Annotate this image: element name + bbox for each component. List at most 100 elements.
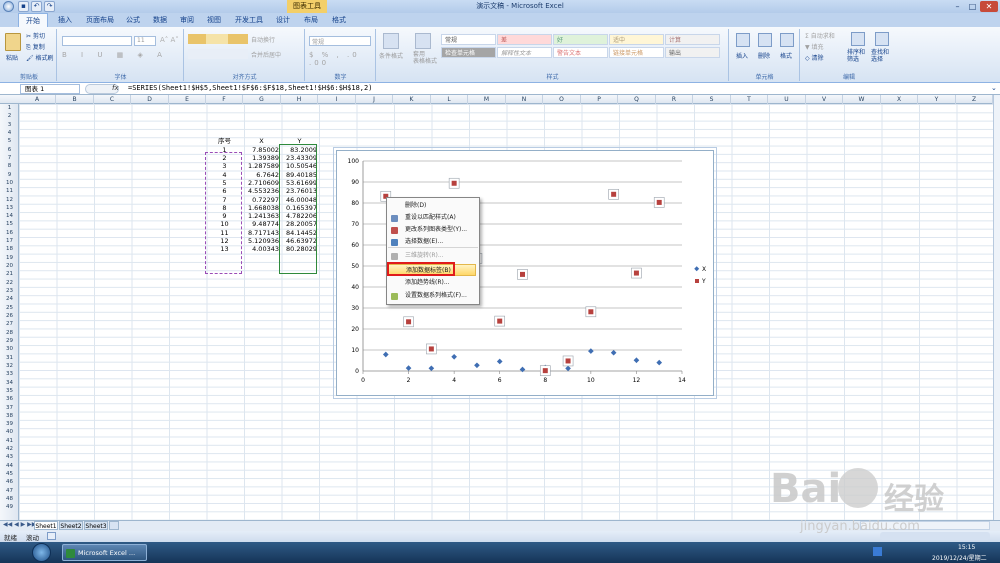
- format-painter-button[interactable]: 🖌 格式刷: [26, 53, 54, 62]
- style-explanatory[interactable]: 解释性文本: [497, 47, 552, 58]
- number-format-icons[interactable]: $ % , .0 .00: [309, 51, 375, 67]
- table-cell[interactable]: 4.00343: [243, 245, 279, 253]
- minimize-button[interactable]: –: [950, 1, 965, 12]
- copy-button[interactable]: ⎘ 复制: [26, 42, 45, 52]
- maximize-button[interactable]: □: [965, 1, 980, 12]
- table-cell[interactable]: 7.85002: [243, 146, 279, 154]
- row-header-14[interactable]: 14: [0, 212, 19, 220]
- taskbar-excel-button[interactable]: Microsoft Excel ...: [62, 544, 147, 561]
- row-header-32[interactable]: 32: [0, 362, 19, 370]
- clear-button[interactable]: ◇ 清除: [805, 53, 824, 62]
- row-header-42[interactable]: 42: [0, 445, 19, 453]
- row-header-6[interactable]: 6: [0, 146, 19, 154]
- number-format-combo[interactable]: 常规: [309, 36, 371, 46]
- tab-9[interactable]: 布局: [299, 13, 323, 27]
- redo-icon[interactable]: ↷: [44, 1, 55, 12]
- insert-function-icon[interactable]: fx: [112, 84, 119, 92]
- row-header-20[interactable]: 20: [0, 262, 19, 270]
- start-button-icon[interactable]: [32, 543, 51, 562]
- row-header-45[interactable]: 45: [0, 470, 19, 478]
- column-header-I[interactable]: I: [318, 95, 356, 104]
- column-header-P[interactable]: P: [581, 95, 618, 104]
- row-header-43[interactable]: 43: [0, 453, 19, 461]
- row-header-35[interactable]: 35: [0, 387, 19, 395]
- tab-7[interactable]: 开发工具: [230, 13, 268, 27]
- row-header-36[interactable]: 36: [0, 395, 19, 403]
- row-header-39[interactable]: 39: [0, 420, 19, 428]
- column-header-Y[interactable]: Y: [918, 95, 956, 104]
- table-cell[interactable]: 6.7642: [243, 171, 279, 179]
- column-header-R[interactable]: R: [656, 95, 693, 104]
- style-normal[interactable]: 常规: [441, 34, 496, 45]
- row-header-29[interactable]: 29: [0, 337, 19, 345]
- row-header-28[interactable]: 28: [0, 329, 19, 337]
- vertical-scrollbar[interactable]: [993, 95, 1000, 520]
- find-select-icon[interactable]: [875, 32, 889, 46]
- column-header-F[interactable]: F: [206, 95, 243, 104]
- table-cell[interactable]: 0.72297: [243, 196, 279, 204]
- paste-button[interactable]: 粘贴: [6, 53, 18, 62]
- row-header-41[interactable]: 41: [0, 437, 19, 445]
- column-header-J[interactable]: J: [356, 95, 393, 104]
- conditional-format-button[interactable]: 条件格式: [379, 51, 403, 60]
- table-cell[interactable]: 1.668038: [243, 204, 279, 212]
- table-cell[interactable]: 1.39389: [243, 154, 279, 162]
- sort-filter-button[interactable]: 排序和 筛选: [847, 49, 865, 63]
- tab-0[interactable]: 开始: [18, 13, 48, 27]
- format-cells-button[interactable]: 格式: [780, 51, 792, 60]
- save-icon[interactable]: ▪: [18, 1, 29, 12]
- column-header-Q[interactable]: Q: [618, 95, 656, 104]
- column-header-H[interactable]: H: [281, 95, 318, 104]
- office-button-icon[interactable]: [3, 1, 14, 12]
- format-cells-icon[interactable]: [780, 33, 794, 47]
- row-header-27[interactable]: 27: [0, 320, 19, 328]
- column-header-N[interactable]: N: [506, 95, 543, 104]
- row-header-8[interactable]: 8: [0, 162, 19, 170]
- column-header-D[interactable]: D: [131, 95, 169, 104]
- row-header-12[interactable]: 12: [0, 196, 19, 204]
- merge-center-button[interactable]: 合并后居中: [251, 50, 281, 59]
- delete-cells-icon[interactable]: [758, 33, 772, 47]
- delete-cells-button[interactable]: 删除: [758, 51, 770, 60]
- style-check-cell[interactable]: 检查单元格: [441, 47, 496, 58]
- row-header-5[interactable]: 5: [0, 137, 19, 145]
- row-header-10[interactable]: 10: [0, 179, 19, 187]
- sheet-nav-icons[interactable]: ◀◀ ◀ ▶ ▶▶: [3, 521, 36, 528]
- row-header-40[interactable]: 40: [0, 428, 19, 436]
- column-header-B[interactable]: B: [56, 95, 94, 104]
- paste-icon[interactable]: [5, 33, 21, 51]
- row-header-9[interactable]: 9: [0, 171, 19, 179]
- context-menu-item-0[interactable]: 删除(D): [388, 200, 476, 212]
- align-horizontal-icons[interactable]: [188, 49, 248, 59]
- style-good[interactable]: 好: [553, 34, 608, 45]
- row-header-46[interactable]: 46: [0, 478, 19, 486]
- style-output[interactable]: 输出: [665, 47, 720, 58]
- column-header-Z[interactable]: Z: [956, 95, 993, 104]
- row-header-33[interactable]: 33: [0, 370, 19, 378]
- row-header-7[interactable]: 7: [0, 154, 19, 162]
- row-header-38[interactable]: 38: [0, 412, 19, 420]
- tab-3[interactable]: 公式: [121, 13, 145, 27]
- column-header-O[interactable]: O: [543, 95, 581, 104]
- row-header-23[interactable]: 23: [0, 287, 19, 295]
- row-header-16[interactable]: 16: [0, 229, 19, 237]
- context-menu-item-7[interactable]: 设置数据系列格式(F)...: [388, 290, 476, 302]
- tab-6[interactable]: 视图: [202, 13, 226, 27]
- font-style-buttons[interactable]: B I U ▦ ◈ A: [62, 51, 168, 59]
- row-header-22[interactable]: 22: [0, 279, 19, 287]
- row-header-34[interactable]: 34: [0, 379, 19, 387]
- row-header-2[interactable]: 2: [0, 112, 19, 120]
- row-header-4[interactable]: 4: [0, 129, 19, 137]
- column-header-C[interactable]: C: [94, 95, 131, 104]
- name-box[interactable]: 图表 1: [20, 84, 80, 94]
- font-name-combo[interactable]: [62, 36, 132, 46]
- row-header-37[interactable]: 37: [0, 404, 19, 412]
- row-header-25[interactable]: 25: [0, 304, 19, 312]
- font-size-combo[interactable]: 11: [134, 36, 156, 46]
- style-linked-cell[interactable]: 链接单元格: [609, 47, 664, 58]
- table-cell[interactable]: 5.120936: [243, 237, 279, 245]
- formula-input[interactable]: =SERIES(Sheet1!$H$5,Sheet1!$F$6:$F$18,Sh…: [128, 84, 372, 92]
- column-header-A[interactable]: A: [19, 95, 56, 104]
- row-header-3[interactable]: 3: [0, 121, 19, 129]
- insert-cells-button[interactable]: 插入: [736, 51, 748, 60]
